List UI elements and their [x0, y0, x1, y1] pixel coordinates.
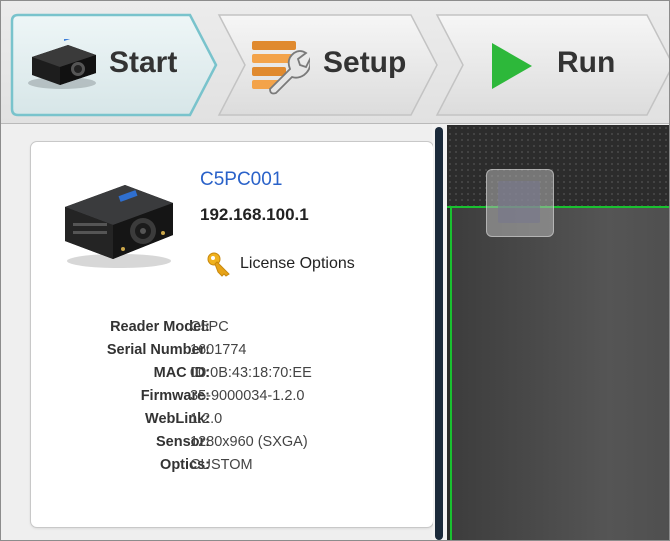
device-info-list: Reader Model: C5PC Serial Number: 160177…	[31, 317, 431, 478]
info-row-firmware: Firmware: 35-9000034-1.2.0	[31, 386, 431, 409]
step-setup-label: Setup	[323, 46, 407, 79]
info-row-optics: Optics: CUSTOM	[31, 455, 431, 478]
step-run-label: Run	[557, 46, 616, 79]
info-row-reader-model: Reader Model: C5PC	[31, 317, 431, 340]
field-of-view-top-edge	[447, 206, 669, 208]
step-run-shape	[435, 14, 669, 116]
workflow-toolbar: Start Setup Run	[1, 1, 669, 124]
panel-splitter[interactable]	[433, 125, 447, 540]
info-value: 35-9000034-1.2.0	[190, 388, 305, 404]
info-value: 1280x960 (SXGA)	[190, 434, 308, 450]
info-value: C5PC	[190, 319, 229, 335]
roi-handle-inner	[498, 181, 540, 223]
reader-device-image	[59, 179, 179, 276]
info-row-mac-id: MAC ID: 00:0B:43:18:70:EE	[31, 363, 431, 386]
app-frame: Start Setup Run C5PC001 192.168.100.1 Li…	[0, 0, 670, 541]
info-value: 1.2.0	[190, 411, 223, 427]
camera-icon	[24, 33, 102, 96]
setup-icon	[250, 37, 312, 102]
device-ip-address: 192.168.100.1	[200, 205, 309, 224]
roi-handle[interactable]	[486, 169, 554, 237]
step-start-label: Start	[109, 46, 178, 79]
info-row-serial-number: Serial Number: 1601774	[31, 340, 431, 363]
splitter-handle[interactable]	[435, 127, 443, 540]
field-of-view-left-edge	[450, 206, 452, 540]
viewer-background	[447, 125, 669, 207]
license-options-label: License Options	[240, 255, 355, 272]
step-start-button[interactable]: Start	[10, 13, 220, 117]
camera-image	[452, 207, 669, 540]
info-row-sensor: Sensor: 1280x960 (SXGA)	[31, 432, 431, 455]
info-value: 00:0B:43:18:70:EE	[190, 365, 312, 381]
info-row-weblink: WebLink: 1.2.0	[31, 409, 431, 432]
info-value: 1601774	[190, 342, 247, 358]
info-value: CUSTOM	[190, 457, 253, 473]
key-icon	[206, 251, 232, 282]
device-name-link[interactable]: C5PC001	[200, 169, 282, 191]
camera-image-viewer[interactable]	[447, 125, 669, 540]
step-run-button[interactable]: Run	[435, 13, 669, 117]
step-setup-button[interactable]: Setup	[217, 13, 442, 117]
play-icon	[490, 41, 534, 96]
